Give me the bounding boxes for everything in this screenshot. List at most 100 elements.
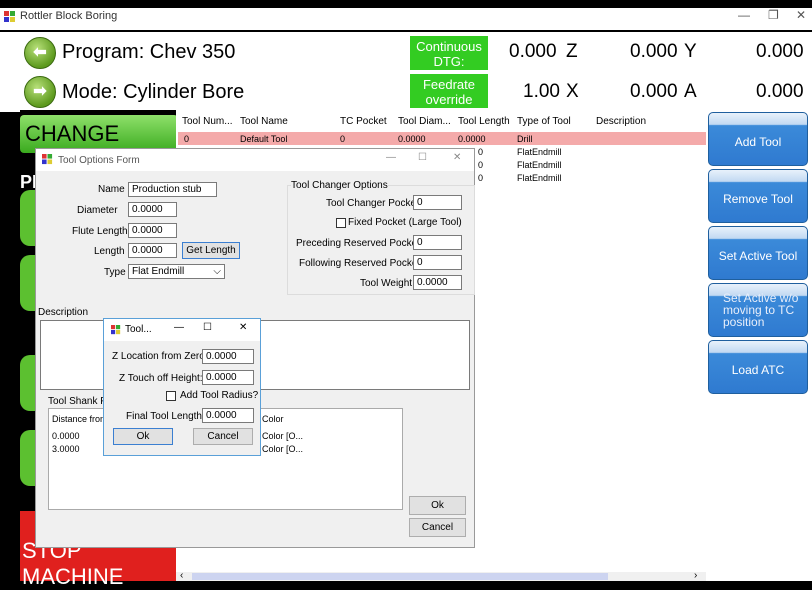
shank-cell-distance: 3.0000 [52, 444, 80, 454]
column-type-of-tool[interactable]: Type of Tool [517, 116, 571, 127]
set-active-without-move-button[interactable]: Set Active w/o moving to TC position [708, 283, 808, 337]
tool-dialog-titlebar: Tool... — ☐ ✕ [104, 319, 260, 341]
following-label: Following Reserved Pockets [299, 258, 426, 269]
remove-tool-button[interactable]: Remove Tool [708, 169, 808, 223]
load-atc-button[interactable]: Load ATC [708, 340, 808, 394]
scroll-left-icon[interactable]: ‹ [180, 570, 183, 581]
arrow-left-icon: ⬅ [33, 44, 47, 61]
final-length-input[interactable]: 0.0000 [202, 408, 254, 423]
z-touch-input[interactable]: 0.0000 [202, 370, 254, 385]
axis-x-value: 0.000 [630, 81, 678, 102]
maximize-icon[interactable]: ❐ [768, 8, 779, 22]
form-icon [42, 154, 53, 165]
scrollbar-thumb[interactable] [192, 573, 608, 580]
add-radius-label: Add Tool Radius? [180, 390, 259, 401]
name-input[interactable]: Production stub [128, 182, 217, 197]
close-icon[interactable]: ✕ [239, 322, 247, 333]
minimize-icon[interactable]: — [174, 322, 184, 333]
cell-num: 0 [478, 173, 484, 183]
cell-name: Default Tool [240, 134, 288, 144]
axis-z-label: Z [566, 41, 578, 62]
set-active-tool-label: Set Active Tool [718, 249, 798, 263]
tool-weight-label: Tool Weight [360, 278, 413, 289]
add-tool-label: Add Tool [734, 135, 782, 149]
set-active-without-move-label: Set Active w/o moving to TC position [723, 291, 799, 329]
previous-program-button[interactable]: ⬅ [24, 37, 56, 69]
flute-length-label: Flute Length [72, 226, 128, 237]
maximize-icon[interactable]: ☐ [418, 152, 427, 163]
length-label: Length [94, 246, 125, 257]
column-tool-num[interactable]: Tool Num... [182, 116, 233, 127]
tc-pocket-input[interactable]: 0 [413, 195, 462, 210]
column-tool-name[interactable]: Tool Name [240, 116, 288, 127]
cell-num: 0 [184, 134, 190, 144]
cell-num: 0 [478, 147, 484, 157]
axis-a-label: A [684, 81, 697, 102]
z-location-input[interactable]: 0.0000 [202, 349, 254, 364]
type-label: Type [104, 267, 126, 278]
column-tc-pocket[interactable]: TC Pocket [340, 116, 387, 127]
axis-a-value: 0.000 [756, 81, 804, 102]
tool-changer-group-label: Tool Changer Options [291, 180, 388, 191]
length-input[interactable]: 0.0000 [128, 243, 177, 258]
feedrate-value: 1.00 [523, 81, 560, 102]
set-active-tool-button[interactable]: Set Active Tool [708, 226, 808, 280]
shank-column-distance: Distance from [52, 414, 108, 424]
window-title: Rottler Block Boring [20, 10, 118, 22]
type-value: Flat Endmill [132, 266, 185, 277]
following-input[interactable]: 0 [413, 255, 462, 270]
tool-weight-input[interactable]: 0.0000 [413, 275, 462, 290]
form-titlebar: Tool Options Form — ☐ ✕ [36, 149, 474, 171]
get-length-button[interactable]: Get Length [182, 242, 240, 259]
description-label: Description [38, 307, 89, 318]
tc-pocket-label: Tool Changer Pocket [326, 198, 419, 209]
program-row: ⬅ Program: Chev 350 Continuous DTG: 0.00… [0, 32, 812, 72]
add-radius-checkbox[interactable] [166, 391, 176, 401]
scroll-right-icon[interactable]: › [694, 570, 697, 581]
mode-label: Mode: Cylinder Bore [62, 81, 245, 103]
program-label: Program: Chev 350 [62, 41, 236, 63]
z-location-label: Z Location from Zero: [112, 351, 208, 362]
next-mode-button[interactable]: ➡ [24, 76, 56, 108]
flute-length-input[interactable]: 0.0000 [128, 223, 177, 238]
form-title: Tool Options Form [58, 155, 140, 166]
dialog-cancel-button[interactable]: Cancel [193, 428, 253, 445]
close-icon[interactable]: ✕ [453, 152, 461, 163]
form-ok-button[interactable]: Ok [409, 496, 466, 515]
remove-tool-label: Remove Tool [723, 192, 793, 206]
fixed-pocket-checkbox[interactable] [336, 218, 346, 228]
shank-cell-color: Color [O... [262, 431, 304, 441]
minimize-icon[interactable]: — [738, 8, 750, 22]
preceding-input[interactable]: 0 [413, 235, 462, 250]
type-select[interactable]: Flat Endmill ⌵ [128, 264, 225, 279]
cell-num: 0 [478, 160, 484, 170]
feedrate-override-button[interactable]: Feedrate override [410, 74, 488, 108]
close-icon[interactable]: ✕ [796, 8, 806, 22]
load-atc-label: Load ATC [731, 363, 785, 377]
dtg-value: 0.000 [509, 41, 557, 62]
dialog-ok-button[interactable]: Ok [113, 428, 173, 445]
column-tool-length[interactable]: Tool Length [458, 116, 510, 127]
cell-type: FlatEndmill [517, 160, 562, 170]
final-length-label: Final Tool Length: [126, 411, 205, 422]
cell-type: FlatEndmill [517, 173, 562, 183]
diameter-input[interactable]: 0.0000 [128, 202, 177, 217]
add-tool-button[interactable]: Add Tool [708, 112, 808, 166]
maximize-icon[interactable]: ☐ [203, 322, 212, 333]
shank-column-color: Color [262, 414, 284, 424]
axis-y-value: 0.000 [756, 41, 804, 62]
axis-y-label: Y [684, 41, 697, 62]
axis-x-label: X [566, 81, 579, 102]
shank-cell-distance: 0.0000 [52, 431, 80, 441]
chevron-down-icon: ⌵ [213, 266, 221, 277]
continuous-dtg-button[interactable]: Continuous DTG: [410, 36, 488, 70]
column-tool-diameter[interactable]: Tool Diam... [398, 116, 451, 127]
app-icon [4, 11, 15, 22]
axis-z-value: 0.000 [630, 41, 678, 62]
column-description[interactable]: Description [596, 116, 646, 127]
minimize-icon[interactable]: — [386, 152, 396, 163]
diameter-label: Diameter [77, 205, 118, 216]
form-cancel-button[interactable]: Cancel [409, 518, 466, 537]
shank-cell-color: Color [O... [262, 444, 304, 454]
z-touch-label: Z Touch off Height: [119, 373, 203, 384]
